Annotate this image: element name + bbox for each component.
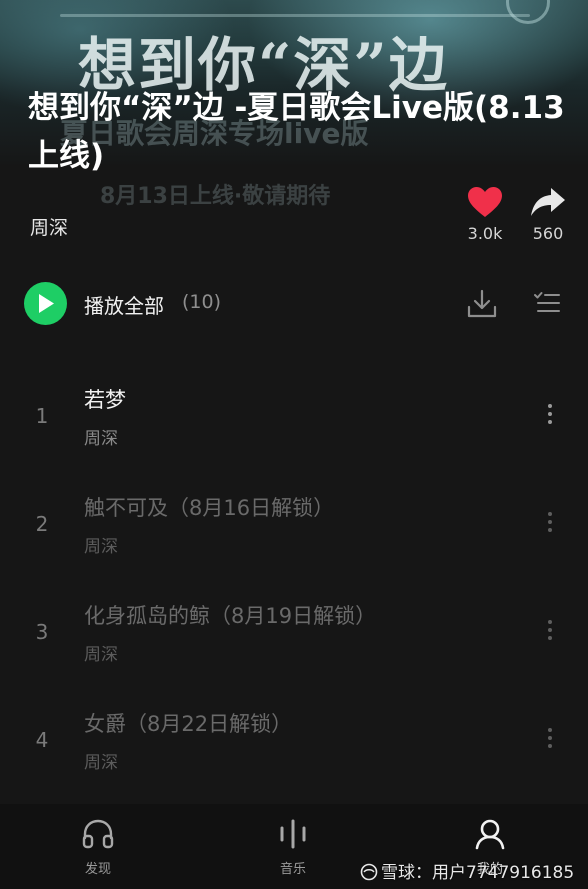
track-row[interactable]: 1 若梦 周深 xyxy=(0,376,588,472)
heart-icon xyxy=(468,187,502,217)
multi-select-button[interactable] xyxy=(534,291,560,319)
track-title: 触不可及（8月16日解锁） xyxy=(84,496,335,520)
more-vertical-icon xyxy=(548,512,552,516)
watermark: 雪球：用户7747916185 xyxy=(360,858,574,883)
cover-decoration xyxy=(60,14,530,17)
more-vertical-icon xyxy=(548,404,552,408)
track-artist: 周深 xyxy=(84,537,118,557)
nav-music-tab[interactable]: 音乐 xyxy=(253,818,333,877)
equalizer-icon xyxy=(280,819,306,849)
track-count: (10) xyxy=(182,291,222,313)
album-artist[interactable]: 周深 xyxy=(30,213,68,240)
nav-discover-label: 发现 xyxy=(84,862,111,877)
track-row[interactable]: 2 触不可及（8月16日解锁） 周深 xyxy=(0,484,588,580)
headphones-icon xyxy=(82,819,114,849)
download-icon xyxy=(467,289,497,318)
track-title: 若梦 xyxy=(84,388,126,412)
download-button[interactable] xyxy=(466,289,498,323)
cover-art-release-note: 8月13日上线·敬请期待 xyxy=(100,184,331,209)
nav-discover-tab[interactable]: 发现 xyxy=(58,818,138,877)
play-all-button[interactable] xyxy=(24,282,67,325)
like-button[interactable]: 3.0k xyxy=(455,186,515,243)
share-arrow-icon xyxy=(531,188,565,216)
play-all-row[interactable]: 播放全部 (10) xyxy=(0,276,588,332)
more-options-button[interactable] xyxy=(540,508,560,542)
track-number: 4 xyxy=(35,728,49,752)
share-button[interactable]: 560 xyxy=(518,186,578,243)
more-vertical-icon xyxy=(548,728,552,732)
play-all-label: 播放全部 xyxy=(84,294,164,318)
more-vertical-icon xyxy=(548,620,552,624)
track-title: 女爵（8月22日解锁） xyxy=(84,712,293,736)
track-number: 3 xyxy=(35,620,49,644)
track-artist: 周深 xyxy=(84,645,118,665)
nav-music-label: 音乐 xyxy=(279,862,306,877)
track-artist: 周深 xyxy=(84,753,118,773)
share-count: 560 xyxy=(532,224,564,243)
album-header: 想到你“深”边 夏日歌会周深专场live版 8月13日上线·敬请期待 想到你“深… xyxy=(0,0,588,270)
more-options-button[interactable] xyxy=(540,724,560,758)
track-row[interactable]: 4 女爵（8月22日解锁） 周深 xyxy=(0,700,588,796)
cover-decoration-circle xyxy=(506,0,550,24)
like-count: 3.0k xyxy=(467,224,503,243)
track-number: 2 xyxy=(35,512,49,536)
checklist-icon xyxy=(534,292,560,312)
play-icon xyxy=(39,294,54,313)
user-icon xyxy=(475,819,505,850)
more-options-button[interactable] xyxy=(540,616,560,650)
snowball-logo-icon xyxy=(360,863,378,881)
track-artist: 周深 xyxy=(84,429,118,449)
track-title: 化身孤岛的鲸（8月19日解锁） xyxy=(84,604,377,628)
more-options-button[interactable] xyxy=(540,400,560,434)
track-number: 1 xyxy=(35,404,49,428)
track-row[interactable]: 3 化身孤岛的鲸（8月19日解锁） 周深 xyxy=(0,592,588,688)
album-title: 想到你“深”边 -夏日歌会Live版(8.13上线) xyxy=(28,90,565,174)
watermark-text: 雪球：用户7747916185 xyxy=(381,863,575,883)
